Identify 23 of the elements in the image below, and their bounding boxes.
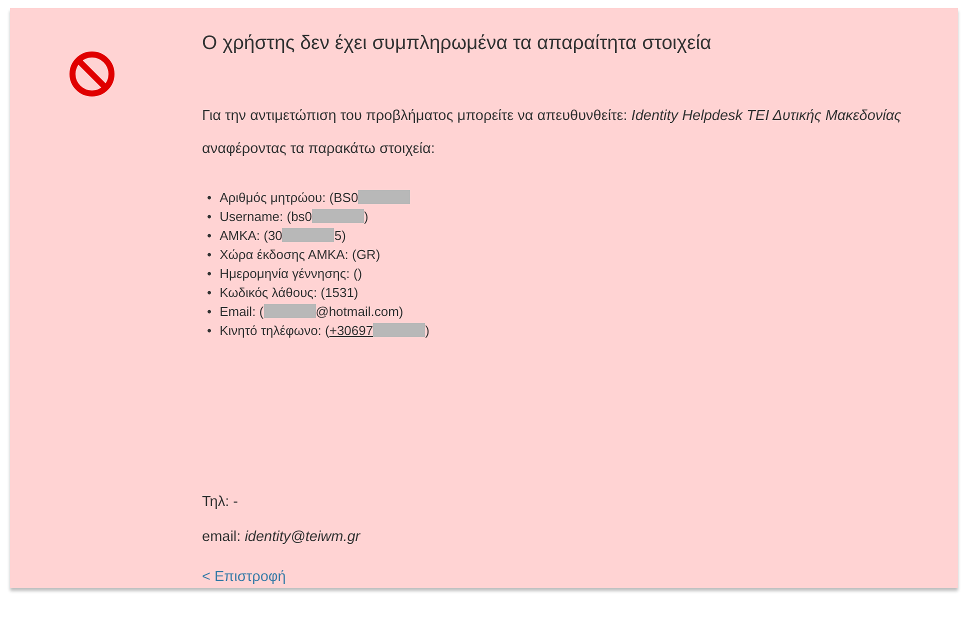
bullet-mark: • [207,189,212,207]
detail-item: Κωδικός λάθους: (1531) [220,284,360,302]
phone-text: Τηλ: - [202,493,239,512]
detail-item: Username: (bs0 ) [220,208,370,226]
bullet-mark: • [207,284,212,302]
email-label: email: [202,528,241,547]
bullet-mark: • [207,208,212,226]
bullet-mark: • [207,265,212,283]
detail-item: Ημερομηνία γέννησης: () [220,265,364,283]
detail-item: Email: ( @hotmail.com) [220,303,404,321]
detail-item: Κινητό τηλέφωνο: (+30697 ) [220,322,430,340]
detail-item: Αριθμός μητρώου: (BS0 [220,188,412,207]
email-text: identity@teiwm.gr [244,528,360,547]
back-link[interactable]: < Επιστροφή [202,569,286,585]
bullet-mark: • [207,322,212,340]
error-title: Ο χρήστης δεν έχει συμπληρωμένα τα απαραίτητα στοιχεία [202,31,712,56]
bullet-mark: • [207,227,212,245]
error-message: Για την αντιμετώπιση του προβλήματος μπορείτε να απευθυνθείτε: Identity Helpdesk ΤΕΙ Δυτικής Μακεδονίας αναφέροντας τα παρακάτω στοιχεία: [202,107,902,159]
forbidden-icon [68,50,116,98]
bullet-mark: • [207,303,212,321]
bullet-mark: • [207,246,212,264]
detail-item: Χώρα έκδοσης ΑΜΚΑ: (GR) [220,246,382,264]
detail-item: ΑΜΚΑ: (30 5) [220,227,347,245]
